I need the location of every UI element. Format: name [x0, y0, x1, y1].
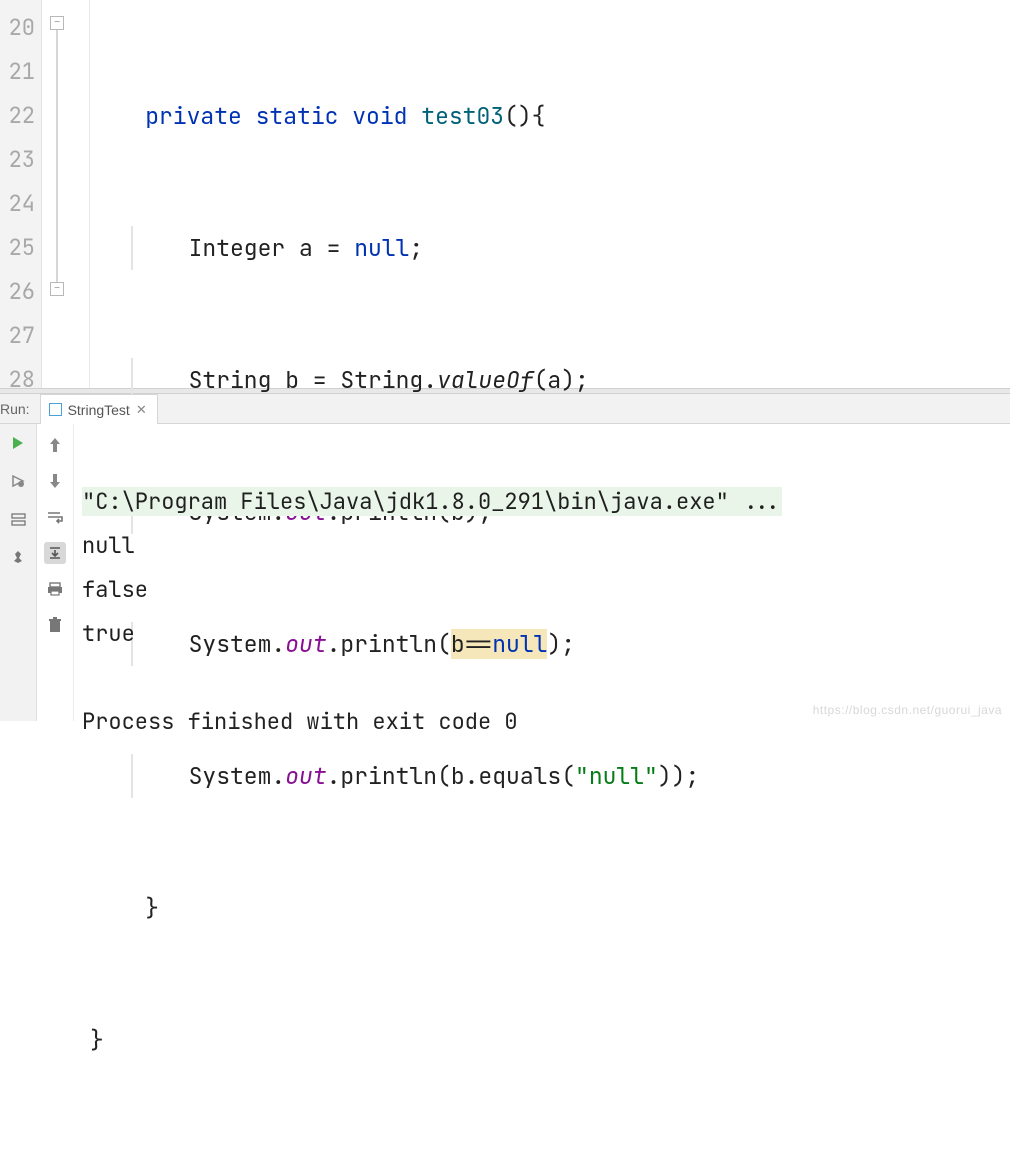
- fold-column: − −: [42, 0, 90, 388]
- code-text: ;: [409, 233, 423, 263]
- run-toolbar-console: [37, 424, 74, 721]
- code-text: .println(b.equals(: [327, 761, 575, 791]
- method-name: test03: [421, 101, 504, 131]
- keyword: void: [352, 101, 407, 131]
- line-number: 23: [0, 138, 41, 182]
- run-tab-label: StringTest: [68, 402, 130, 418]
- line-number: 27: [0, 314, 41, 358]
- code-text: String b = String.: [189, 365, 437, 395]
- line-number: 26: [0, 270, 41, 314]
- code-line[interactable]: Integer a = null;: [90, 226, 1010, 270]
- stop-icon[interactable]: [9, 472, 27, 490]
- fold-guide-line: [56, 30, 58, 282]
- field-ref: out: [285, 761, 326, 791]
- console-output[interactable]: "C:\Program Files\Java\jdk1.8.0_291\bin\…: [74, 424, 1010, 721]
- code-line[interactable]: }: [90, 1018, 1010, 1062]
- console-line: null: [82, 531, 135, 560]
- console-line: true: [82, 619, 135, 648]
- rerun-icon[interactable]: [9, 434, 27, 452]
- editor-area: 20 21 22 23 24 25 26 27 28 − − private s…: [0, 0, 1010, 388]
- code-text: (a);: [534, 365, 589, 395]
- code-line[interactable]: String b = String.valueOf(a);: [90, 358, 1010, 402]
- close-icon[interactable]: ✕: [136, 402, 147, 418]
- scroll-to-end-icon[interactable]: [44, 542, 66, 564]
- run-label: Run:: [0, 401, 40, 417]
- trash-icon[interactable]: [44, 614, 66, 636]
- keyword-null: null: [354, 233, 409, 263]
- code-line[interactable]: }: [90, 886, 1010, 930]
- code-text: System.: [189, 761, 286, 791]
- line-number: 22: [0, 94, 41, 138]
- line-number: 20: [0, 6, 41, 50]
- pin-icon[interactable]: [9, 548, 27, 566]
- code-text: }: [145, 893, 159, 923]
- keyword: private: [145, 101, 242, 131]
- line-number-gutter: 20 21 22 23 24 25 26 27 28: [0, 0, 42, 388]
- print-icon[interactable]: [44, 578, 66, 600]
- console-line: false: [82, 575, 148, 604]
- line-number: 24: [0, 182, 41, 226]
- soft-wrap-icon[interactable]: [44, 506, 66, 528]
- run-config-icon: [49, 403, 62, 416]
- console-command-line: "C:\Program Files\Java\jdk1.8.0_291\bin\…: [82, 487, 782, 516]
- scroll-up-icon[interactable]: [44, 434, 66, 456]
- keyword: static: [256, 101, 339, 131]
- run-toolbar-left: [0, 424, 37, 721]
- code-text: }: [90, 1025, 104, 1055]
- line-number: 21: [0, 50, 41, 94]
- watermark: https://blog.csdn.net/guorui_java: [813, 703, 1002, 717]
- code-text: ));: [658, 761, 699, 791]
- line-number: 25: [0, 226, 41, 270]
- method-call: valueOf: [437, 365, 534, 395]
- layout-icon[interactable]: [9, 510, 27, 528]
- code-text: (){: [504, 101, 545, 131]
- code-line[interactable]: System.out.println(b.equals("null"));: [90, 754, 1010, 798]
- fold-toggle-icon[interactable]: −: [50, 282, 64, 296]
- line-number: 28: [0, 358, 41, 402]
- fold-toggle-icon[interactable]: −: [50, 16, 64, 30]
- code-text: Integer a =: [189, 233, 355, 263]
- console-exit-line: Process finished with exit code 0: [82, 707, 518, 736]
- code-editor[interactable]: private static void test03(){ Integer a …: [90, 0, 1010, 388]
- string-literal: "null": [575, 761, 658, 791]
- code-line[interactable]: private static void test03(){: [90, 94, 1010, 138]
- output-area: "C:\Program Files\Java\jdk1.8.0_291\bin\…: [0, 424, 1010, 721]
- scroll-down-icon[interactable]: [44, 470, 66, 492]
- run-tab[interactable]: StringTest ✕: [40, 394, 158, 424]
